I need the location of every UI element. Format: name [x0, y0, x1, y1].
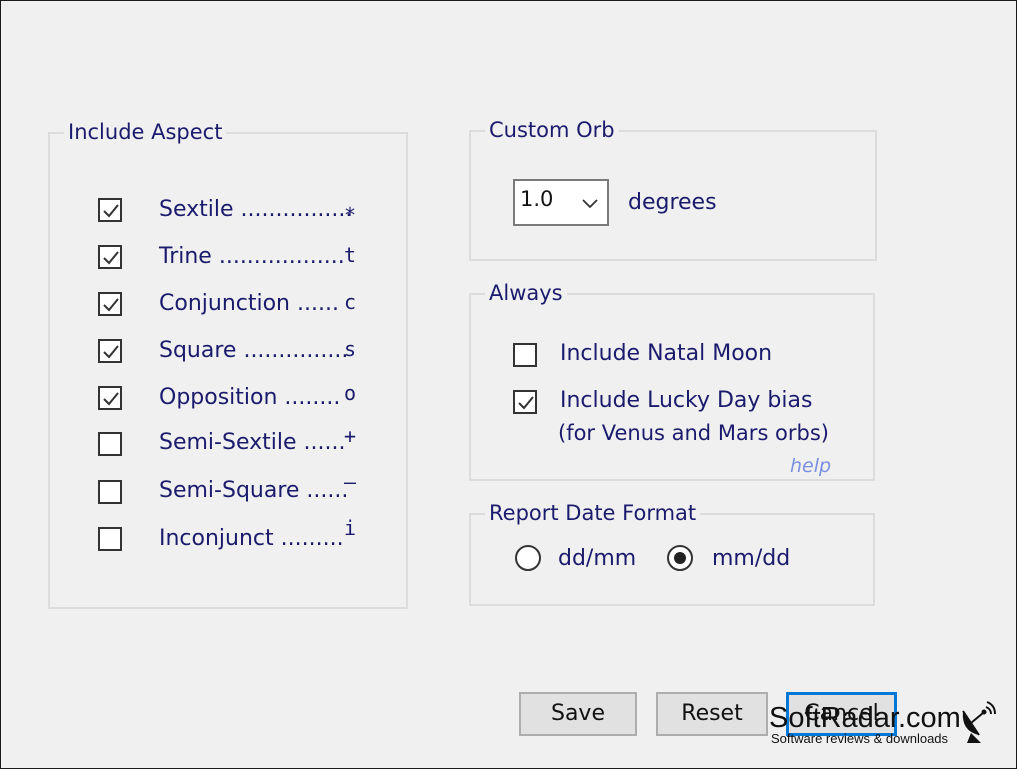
semi-sextile-checkbox[interactable]: [98, 432, 122, 456]
lucky-day-sublabel: (for Venus and Mars orbs): [558, 421, 830, 445]
report-date-format-title: Report Date Format: [485, 499, 701, 527]
square-checkbox[interactable]: [98, 339, 122, 363]
opposition-checkbox[interactable]: [98, 386, 122, 410]
help-link[interactable]: help: [782, 455, 840, 477]
inconjunct-label: Inconjunct .........: [159, 526, 344, 551]
conjunction-label: Conjunction ......: [159, 291, 339, 316]
always-title: Always: [485, 279, 567, 307]
semi-square-checkbox[interactable]: [98, 480, 122, 504]
sextile-label: Sextile ................: [159, 197, 353, 222]
chevron-down-icon[interactable]: [581, 195, 599, 214]
orb-unit-label: degrees: [628, 190, 717, 215]
watermark-tagline: Software reviews & downloads: [771, 731, 949, 746]
opposition-label: Opposition ........: [159, 385, 341, 410]
conjunction-checkbox[interactable]: [98, 292, 122, 316]
natal-moon-checkbox[interactable]: [513, 343, 537, 367]
opposition-symbol: o: [344, 381, 357, 405]
trine-label: Trine ..................: [159, 244, 345, 269]
orb-select[interactable]: 1.0: [513, 179, 609, 226]
square-label: Square ...............: [159, 338, 349, 363]
save-button[interactable]: Save: [519, 692, 637, 736]
custom-orb-title: Custom Orb: [485, 116, 619, 144]
inconjunct-checkbox[interactable]: [98, 527, 122, 551]
orb-select-value: 1.0: [520, 187, 554, 211]
mm-dd-radio[interactable]: [667, 545, 693, 571]
semi-square-label: Semi-Square ......: [159, 478, 349, 503]
watermark-brand: SoftRadar.com: [769, 702, 961, 734]
square-symbol: s: [344, 337, 357, 361]
settings-dialog: Include Aspect Sextile ................ …: [0, 0, 1017, 769]
lucky-day-checkbox[interactable]: [513, 390, 537, 414]
natal-moon-label: Include Natal Moon: [560, 341, 773, 366]
conjunction-symbol: c: [344, 290, 357, 314]
trine-checkbox[interactable]: [98, 245, 122, 269]
sextile-symbol: *: [344, 203, 357, 227]
dd-mm-radio[interactable]: [515, 545, 541, 571]
radio-selected-dot: [674, 552, 686, 564]
sextile-checkbox[interactable]: [98, 198, 122, 222]
semi-sextile-label: Semi-Sextile ......: [159, 430, 346, 455]
include-aspect-title: Include Aspect: [64, 118, 227, 146]
trine-symbol: t: [344, 243, 357, 267]
semi-square-symbol: –: [344, 470, 357, 494]
inconjunct-symbol: i: [344, 516, 357, 540]
reset-button[interactable]: Reset: [656, 692, 768, 736]
dd-mm-label: dd/mm: [558, 546, 637, 571]
semi-sextile-symbol: +: [344, 424, 357, 448]
lucky-day-label: Include Lucky Day bias: [560, 388, 813, 413]
satellite-dish-icon: [957, 701, 997, 749]
mm-dd-label: mm/dd: [712, 546, 791, 571]
